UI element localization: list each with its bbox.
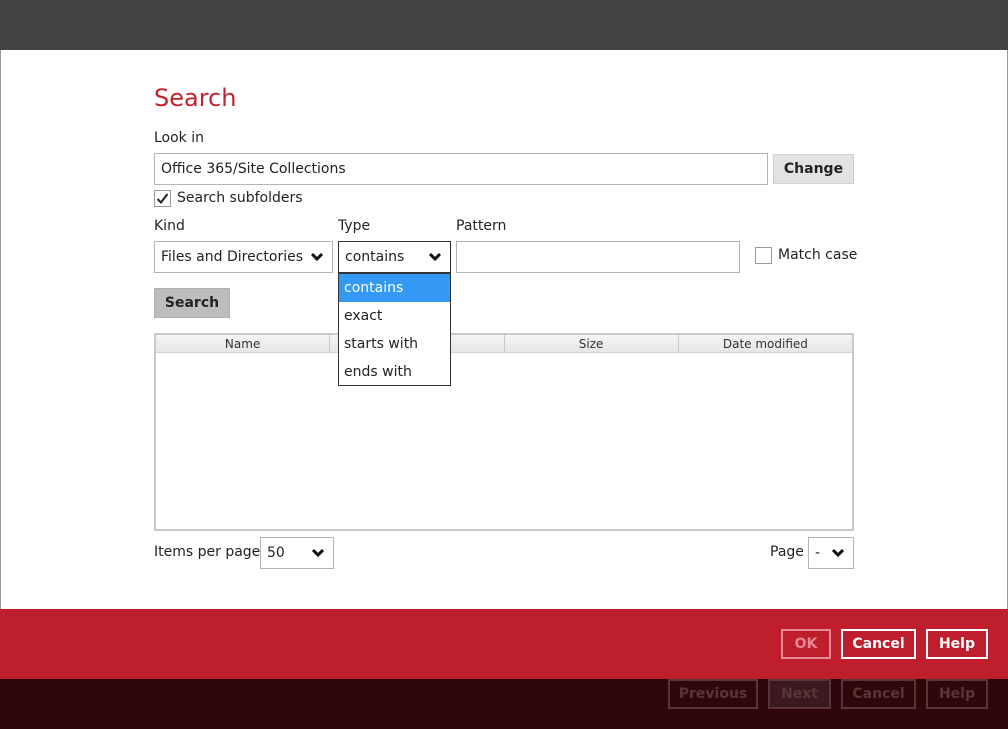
search-subfolders-checkbox[interactable] xyxy=(154,190,171,207)
page-title: Search xyxy=(154,84,237,112)
results-table: Name Size Date modified xyxy=(154,333,854,531)
search-button[interactable]: Search xyxy=(154,288,230,318)
next-button[interactable]: Next xyxy=(768,679,831,709)
type-select-value: contains xyxy=(345,249,405,265)
wizard-help-button[interactable]: Help xyxy=(926,679,988,709)
window-top-bar xyxy=(0,0,1008,50)
type-option-exact[interactable]: exact xyxy=(339,302,450,330)
pattern-label: Pattern xyxy=(456,218,507,234)
type-option-contains[interactable]: contains xyxy=(339,274,450,302)
help-button[interactable]: Help xyxy=(926,629,988,659)
checkmark-icon xyxy=(156,193,169,205)
search-subfolders-label: Search subfolders xyxy=(177,190,303,206)
wizard-cancel-button[interactable]: Cancel xyxy=(841,679,916,709)
kind-select-value: Files and Directories xyxy=(161,249,303,265)
results-table-header: Name Size Date modified xyxy=(156,335,852,353)
page-select[interactable]: - xyxy=(808,537,854,569)
previous-button[interactable]: Previous xyxy=(668,679,758,709)
kind-label: Kind xyxy=(154,218,185,234)
cancel-button[interactable]: Cancel xyxy=(841,629,916,659)
items-per-page-select[interactable]: 50 xyxy=(260,537,334,569)
column-header-size[interactable]: Size xyxy=(505,335,679,352)
type-option-starts-with[interactable]: starts with xyxy=(339,330,450,358)
look-in-label: Look in xyxy=(154,130,205,146)
page-value: - xyxy=(815,545,821,561)
chevron-down-icon xyxy=(428,252,442,262)
items-per-page-label: Items per page xyxy=(154,544,261,560)
column-header-date-modified[interactable]: Date modified xyxy=(679,335,852,352)
ok-button[interactable]: OK xyxy=(781,629,831,659)
chevron-down-icon xyxy=(310,252,324,262)
type-dropdown-list: contains exact starts with ends with xyxy=(338,273,451,386)
column-header-name[interactable]: Name xyxy=(156,335,331,352)
page-label: Page xyxy=(770,544,804,560)
chevron-down-icon xyxy=(831,548,845,558)
type-option-ends-with[interactable]: ends with xyxy=(339,358,450,386)
items-per-page-value: 50 xyxy=(267,545,285,561)
kind-select[interactable]: Files and Directories xyxy=(154,241,333,273)
look-in-field[interactable]: Office 365/Site Collections xyxy=(154,153,768,185)
match-case-checkbox[interactable] xyxy=(755,247,772,264)
chevron-down-icon xyxy=(311,548,325,558)
match-case-label: Match case xyxy=(778,247,858,263)
change-button[interactable]: Change xyxy=(773,154,854,184)
type-label: Type xyxy=(338,218,371,234)
pattern-input[interactable] xyxy=(456,241,740,273)
type-select[interactable]: contains xyxy=(338,241,451,273)
